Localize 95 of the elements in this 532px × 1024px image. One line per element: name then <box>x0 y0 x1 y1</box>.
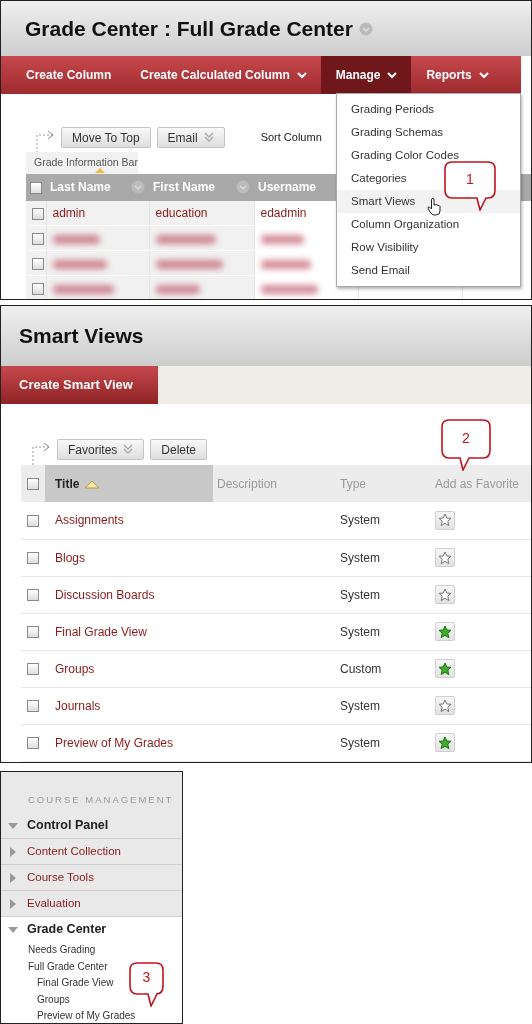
checkbox[interactable] <box>27 589 39 602</box>
checkbox[interactable] <box>27 663 39 676</box>
action-bar-button[interactable]: Create Column <box>1 56 126 94</box>
menu-item[interactable]: Content Collection <box>27 843 121 861</box>
blurred-text <box>52 234 100 244</box>
column-header[interactable]: Title <box>55 476 80 491</box>
blurred-text <box>52 259 107 269</box>
table-cell: admin <box>52 206 86 220</box>
action-bar-button[interactable]: Manage <box>320 56 412 94</box>
checkbox[interactable] <box>32 207 44 220</box>
action-bar-button[interactable]: Create Calculated Column <box>125 56 321 94</box>
checkbox[interactable] <box>27 626 39 639</box>
table-cell: System <box>340 513 380 528</box>
page-title: Smart Views <box>19 323 144 350</box>
table-cell: System <box>340 550 380 565</box>
menu-item[interactable]: Send Email <box>337 259 520 282</box>
toolbar-button[interactable]: Delete <box>150 439 208 460</box>
checkbox[interactable] <box>27 737 39 750</box>
checkbox[interactable] <box>27 700 39 713</box>
smart-view-link[interactable]: Journals <box>55 698 101 713</box>
toolbar-button[interactable]: Favorites <box>57 439 145 460</box>
blurred-text <box>260 234 304 244</box>
favorite-button[interactable] <box>435 622 455 641</box>
star-icon <box>438 661 452 676</box>
smart-view-link[interactable]: Assignments <box>55 513 124 528</box>
table-cell: System <box>340 698 380 713</box>
callout-bubble <box>441 419 491 471</box>
create-button[interactable]: Create Smart View <box>1 366 158 404</box>
checkbox[interactable] <box>30 182 42 195</box>
blurred-text <box>155 284 200 294</box>
menu-link[interactable]: Groups <box>28 991 70 1009</box>
favorite-button[interactable] <box>435 548 455 567</box>
menu-chevron-icon <box>358 21 373 36</box>
table-cell: edadmin <box>260 206 307 220</box>
star-icon <box>438 587 452 602</box>
star-icon <box>438 550 452 565</box>
menu-item[interactable]: Grade Center <box>27 920 107 940</box>
menu-link[interactable]: Needs Grading <box>28 942 96 959</box>
toolbar-button[interactable]: Email <box>156 127 225 148</box>
step-number: 2 <box>462 430 470 445</box>
menu-item[interactable]: Grading Color Codes <box>337 144 520 167</box>
menu-link[interactable]: Preview of My Grades <box>28 1008 136 1023</box>
dotted-arrow-icon <box>35 129 55 154</box>
checkbox[interactable] <box>27 515 39 528</box>
checkbox[interactable] <box>32 283 44 296</box>
checkbox[interactable] <box>27 552 39 565</box>
table-cell: System <box>340 587 380 602</box>
smart-view-link[interactable]: Blogs <box>55 550 86 565</box>
table-cell: System <box>340 624 380 639</box>
smart-view-link[interactable]: Final Grade View <box>55 624 147 639</box>
smart-view-link[interactable]: Preview of My Grades <box>55 735 174 750</box>
blurred-text <box>260 259 311 269</box>
table-cell: Custom <box>340 661 382 676</box>
callout-bubble <box>444 161 496 211</box>
menu-link[interactable]: Final Grade View <box>28 975 114 992</box>
menu-item[interactable]: Course Tools <box>27 869 94 887</box>
blurred-text <box>52 284 114 294</box>
dotted-arrow-icon <box>31 441 51 466</box>
sort-label: Sort Column <box>260 130 322 146</box>
favorite-button[interactable] <box>435 733 455 752</box>
info-bar-tab[interactable]: Grade Information Bar <box>26 152 138 174</box>
hand-cursor-icon <box>427 197 442 216</box>
star-icon <box>438 513 452 528</box>
checkbox[interactable] <box>32 258 44 271</box>
menu-item[interactable]: Evaluation <box>27 895 81 913</box>
checkbox[interactable] <box>27 478 39 491</box>
toolbar-button[interactable]: Move To Top <box>61 127 151 148</box>
smart-view-link[interactable]: Groups <box>55 661 95 676</box>
menu-item[interactable]: Grading Periods <box>337 98 520 121</box>
star-icon <box>438 624 452 639</box>
favorite-button[interactable] <box>435 585 455 604</box>
blurred-text <box>155 234 216 244</box>
star-icon <box>438 698 452 713</box>
checkbox[interactable] <box>32 233 44 246</box>
menu-item[interactable]: Row Visibility <box>337 236 520 259</box>
blurred-text <box>155 259 223 269</box>
favorite-button[interactable] <box>435 659 455 678</box>
menu-link[interactable]: Full Grade Center <box>28 958 108 976</box>
action-bar-button[interactable]: Reports <box>411 56 503 94</box>
smart-view-link[interactable]: Discussion Boards <box>55 587 155 602</box>
step-number: 3 <box>142 970 151 984</box>
favorite-button[interactable] <box>435 696 455 715</box>
table-cell: education <box>155 206 208 220</box>
step-number: 1 <box>466 171 474 186</box>
menu-item[interactable]: Grading Schemas <box>337 121 520 144</box>
callout-bubble <box>129 962 164 1007</box>
star-icon <box>438 735 452 750</box>
menu-item[interactable]: Control Panel <box>27 816 109 836</box>
section-heading: COURSE MANAGEMENT <box>27 793 175 807</box>
blurred-text <box>260 284 318 294</box>
menu-item[interactable]: Column Organization <box>337 213 520 236</box>
table-cell: System <box>340 735 380 750</box>
favorite-button[interactable] <box>435 510 455 530</box>
sort-ascending-icon <box>84 479 101 489</box>
page-title: Grade Center : Full Grade Center <box>25 15 353 42</box>
